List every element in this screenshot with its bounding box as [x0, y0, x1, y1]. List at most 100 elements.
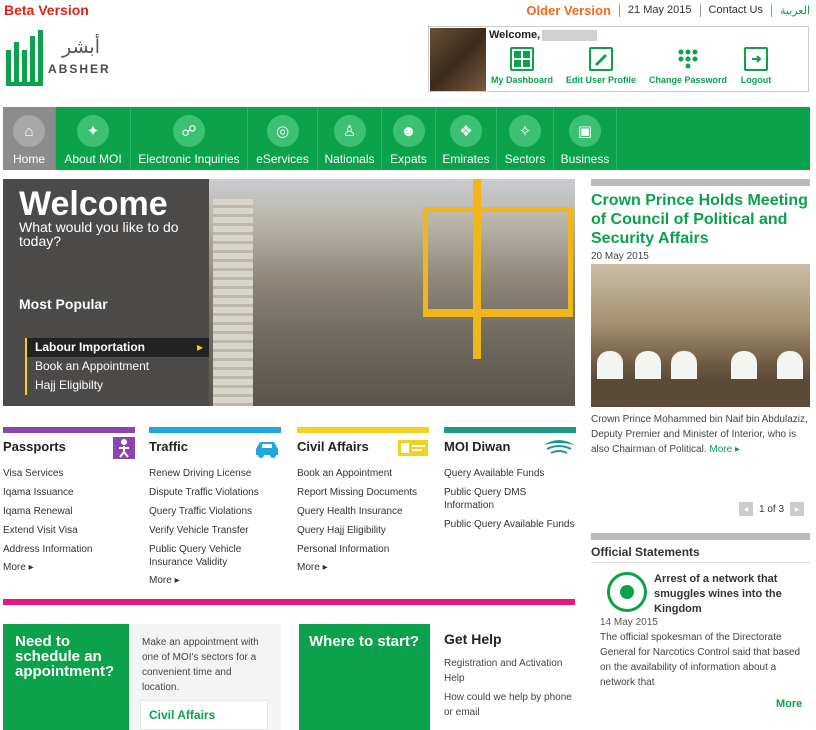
- service-link[interactable]: Book an Appointment: [297, 467, 429, 480]
- nav-label: Emirates: [442, 152, 490, 166]
- edit-profile-icon: [589, 47, 613, 71]
- service-link[interactable]: Renew Driving License: [149, 467, 281, 480]
- popular-list: Labour Importation Book an Appointment H…: [25, 338, 209, 395]
- hero-building: [213, 199, 253, 406]
- username-redacted: [542, 30, 597, 41]
- logout-button[interactable]: Logout: [735, 45, 777, 85]
- section-heading[interactable]: Traffic: [149, 439, 281, 467]
- service-link[interactable]: Report Missing Documents: [297, 486, 429, 499]
- service-link[interactable]: Query Traffic Violations: [149, 505, 281, 518]
- statements-heading: Official Statements: [591, 545, 700, 559]
- nav-eservices[interactable]: ◎ eServices: [248, 107, 318, 170]
- section-heading[interactable]: MOI Diwan: [444, 439, 576, 467]
- nav-label: Home: [12, 152, 45, 166]
- civil-affairs-title: Civil Affairs: [297, 439, 369, 454]
- edit-user-profile-button[interactable]: Edit User Profile: [563, 45, 639, 85]
- hero-subtitle: What would you like to do today?: [19, 219, 179, 249]
- service-link[interactable]: Public Query Available Funds: [444, 518, 576, 531]
- nav-about-moi[interactable]: ✦ About MOI: [56, 107, 131, 170]
- most-popular-heading: Most Popular: [19, 296, 108, 312]
- avatar[interactable]: [430, 28, 486, 91]
- moi-emblem-icon: ✦: [77, 115, 109, 147]
- nav-emirates[interactable]: ❖ Emirates: [436, 107, 497, 170]
- briefcase-icon: ▣: [569, 115, 601, 147]
- appointment-heading: Need to schedule an appointment?: [15, 633, 115, 680]
- service-link[interactable]: Dispute Traffic Violations: [149, 486, 281, 499]
- service-link[interactable]: Address Information: [3, 543, 135, 556]
- service-link[interactable]: Iqama Renewal: [3, 505, 135, 518]
- next-page-button[interactable]: ▸: [790, 502, 805, 516]
- pager-text: 1 of 3: [759, 504, 784, 515]
- popular-item-labour-importation[interactable]: Labour Importation: [25, 338, 209, 357]
- pager-total: 3: [778, 503, 785, 515]
- news-photo[interactable]: [591, 264, 810, 407]
- moi-seal-icon: [607, 572, 647, 612]
- sectors-icon: ✧: [509, 115, 541, 147]
- service-link[interactable]: Public Query DMS Information: [444, 486, 576, 512]
- statement-title-link[interactable]: Arrest of a network that smuggles wines …: [654, 572, 809, 617]
- help-links: Registration and Activation Help How cou…: [444, 656, 574, 724]
- nav-label: Business: [560, 152, 610, 166]
- moi-diwan-title: MOI Diwan: [444, 439, 511, 454]
- appointment-promo[interactable]: Need to schedule an appointment?: [3, 624, 129, 730]
- nav-business[interactable]: ▣ Business: [554, 107, 617, 170]
- statements-top-bar: [591, 533, 810, 540]
- passport-person-icon: [113, 437, 135, 459]
- user-panel: Welcome, My Dashboard Edit User Profile …: [428, 26, 809, 92]
- service-link[interactable]: Query Available Funds: [444, 467, 576, 480]
- absher-logo-mark-icon: [6, 30, 43, 86]
- service-link[interactable]: Verify Vehicle Transfer: [149, 524, 281, 537]
- section-heading[interactable]: Civil Affairs: [297, 439, 429, 467]
- section-heading[interactable]: Passports: [3, 437, 135, 467]
- help-link-phone-email[interactable]: How could we help by phone or email: [444, 690, 574, 720]
- service-link[interactable]: Query Health Insurance: [297, 505, 429, 518]
- nav-expats[interactable]: ☻ Expats: [382, 107, 436, 170]
- traffic-section: Traffic Renew Driving License Dispute Tr…: [149, 427, 281, 586]
- logo-wordmark: ABSHER: [48, 62, 111, 76]
- service-link[interactable]: Personal Information: [297, 543, 429, 556]
- civil-affairs-tab-label: Civil Affairs: [149, 708, 216, 722]
- service-link[interactable]: Iqama Issuance: [3, 486, 135, 499]
- arabic-language-link[interactable]: العربية: [780, 4, 810, 17]
- moi-diwan-section: MOI Diwan Query Available Funds Public Q…: [444, 427, 576, 537]
- dashboard-icon: [510, 47, 534, 71]
- get-help-heading: Get Help: [444, 631, 502, 647]
- service-link[interactable]: Public Query Vehicle Insurance Validity: [149, 543, 281, 569]
- car-icon: [253, 437, 281, 459]
- contact-us-link[interactable]: Contact Us: [709, 4, 763, 16]
- nav-electronic-inquiries[interactable]: ☍ Electronic Inquiries: [131, 107, 248, 170]
- civil-affairs-section: Civil Affairs Book an Appointment Report…: [297, 427, 429, 573]
- popular-item-book-appointment[interactable]: Book an Appointment: [25, 357, 209, 376]
- passports-more-link[interactable]: More ▸: [3, 562, 135, 573]
- statements-more-link[interactable]: More: [776, 698, 802, 710]
- help-link-registration[interactable]: Registration and Activation Help: [444, 656, 574, 686]
- civil-affairs-more-link[interactable]: More ▸: [297, 562, 429, 573]
- previous-page-button[interactable]: ◂: [739, 502, 753, 516]
- change-password-button[interactable]: Change Password: [645, 45, 731, 85]
- traffic-title: Traffic: [149, 439, 189, 454]
- nav-home[interactable]: ⌂ Home: [3, 107, 56, 170]
- my-dashboard-label: My Dashboard: [490, 75, 553, 85]
- nav-sectors[interactable]: ✧ Sectors: [497, 107, 554, 170]
- news-more-link[interactable]: More ▸: [709, 444, 740, 455]
- news-body-text: Crown Prince Mohammed bin Naif bin Abdul…: [591, 414, 808, 455]
- older-version-link[interactable]: Older Version: [526, 3, 611, 18]
- welcome-text: Welcome,: [489, 29, 541, 41]
- news-photo-table: [591, 379, 810, 407]
- service-link[interactable]: Query Hajj Eligibility: [297, 524, 429, 537]
- popular-item-hajj-eligibility[interactable]: Hajj Eligibilty: [25, 376, 209, 395]
- nav-nationals[interactable]: ♙ Nationals: [318, 107, 382, 170]
- my-dashboard-button[interactable]: My Dashboard: [487, 45, 557, 85]
- news-title-link[interactable]: Crown Prince Holds Meeting of Council of…: [591, 191, 810, 248]
- where-to-start-promo[interactable]: Where to start?: [299, 624, 430, 730]
- hero-scaffold: [423, 207, 573, 317]
- service-link[interactable]: Extend Visit Visa: [3, 524, 135, 537]
- hero-overlay: Welcome What would you like to do today?…: [3, 179, 209, 406]
- pager-of: of: [767, 503, 776, 515]
- statement-body: The official spokesman of the Directorat…: [600, 632, 801, 688]
- service-link[interactable]: Visa Services: [3, 467, 135, 480]
- news-date: 20 May 2015: [591, 251, 649, 262]
- divider: [770, 3, 772, 17]
- traffic-more-link[interactable]: More ▸: [149, 575, 281, 586]
- nationals-icon: ♙: [333, 115, 366, 147]
